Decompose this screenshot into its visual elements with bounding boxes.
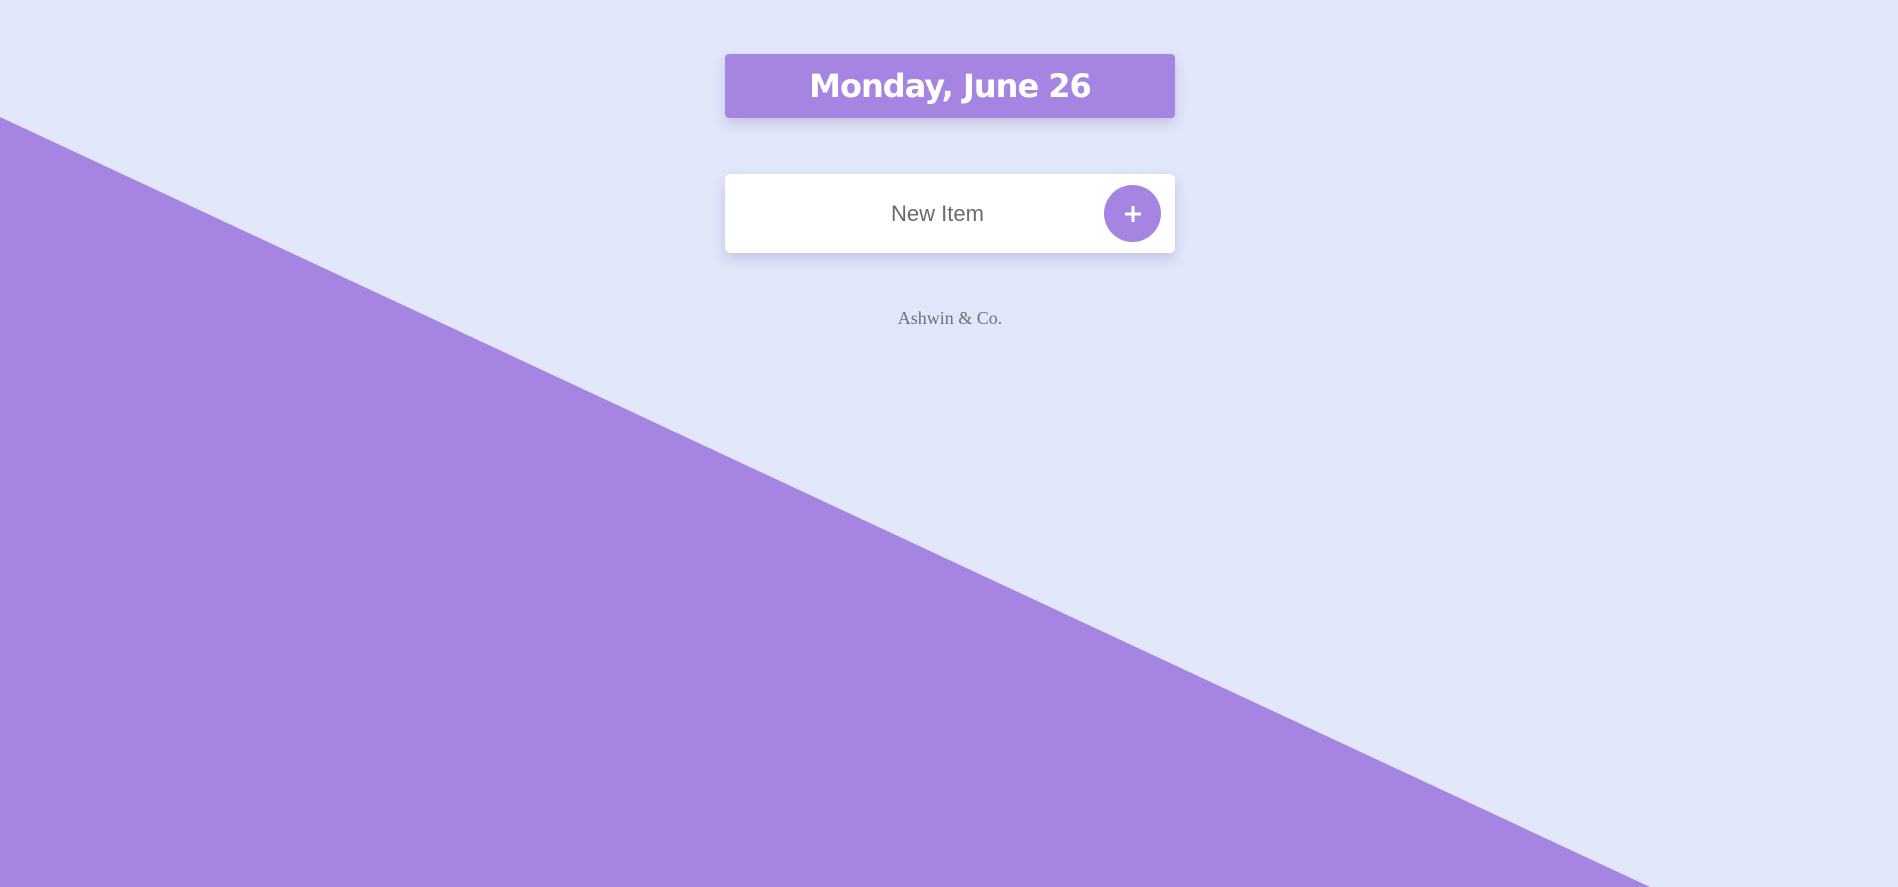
footer-credit: Ashwin & Co. bbox=[897, 308, 1003, 328]
plus-icon bbox=[1124, 205, 1141, 222]
new-item-form bbox=[725, 174, 1175, 253]
diagonal-background-shape bbox=[0, 117, 1650, 887]
add-item-button[interactable] bbox=[1104, 185, 1161, 242]
date-heading-text: Monday, June 26 bbox=[809, 67, 1092, 105]
app-page: Monday, June 26 Ashwin & Co. bbox=[0, 0, 1898, 887]
new-item-input[interactable] bbox=[725, 174, 1100, 253]
date-header: Monday, June 26 bbox=[725, 54, 1175, 118]
